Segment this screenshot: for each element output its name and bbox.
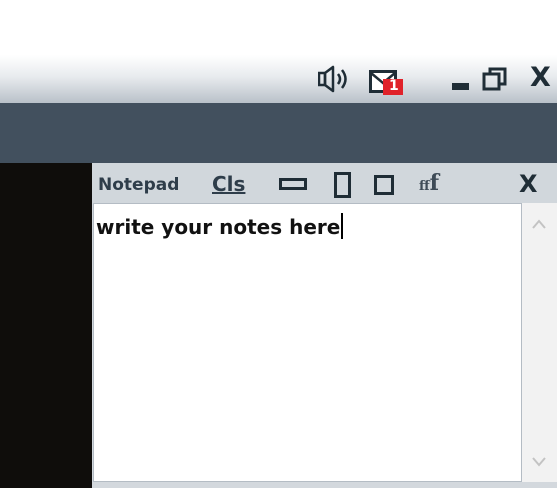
speaker-icon[interactable] bbox=[318, 64, 352, 94]
notepad-textarea[interactable] bbox=[93, 203, 522, 482]
font-large-icon: f bbox=[429, 170, 440, 196]
tall-layout-icon[interactable] bbox=[334, 172, 351, 198]
close-window-button[interactable]: X bbox=[530, 62, 551, 93]
square-layout-icon[interactable] bbox=[374, 175, 394, 195]
clear-button[interactable]: Cls bbox=[212, 172, 245, 196]
mail-icon[interactable]: 1 bbox=[369, 67, 405, 95]
minimize-button[interactable] bbox=[452, 83, 469, 90]
chevron-up-icon[interactable] bbox=[530, 218, 548, 230]
left-panel bbox=[0, 163, 92, 488]
notepad-content-text: write your notes here bbox=[96, 215, 341, 239]
mail-badge-count: 1 bbox=[389, 78, 399, 94]
notepad-close-button[interactable]: X bbox=[519, 170, 538, 198]
notepad-title: Notepad bbox=[98, 175, 180, 195]
chevron-down-icon[interactable] bbox=[530, 456, 548, 468]
restore-icon[interactable] bbox=[482, 66, 508, 92]
font-small-icon: f bbox=[419, 179, 430, 194]
notepad-content[interactable]: write your notes here bbox=[96, 213, 344, 239]
header-band bbox=[0, 103, 557, 163]
font-size-button[interactable]: fff bbox=[419, 170, 439, 196]
text-caret bbox=[341, 213, 344, 239]
notepad-scrollbar[interactable] bbox=[522, 203, 557, 482]
wide-layout-icon[interactable] bbox=[279, 178, 307, 190]
window-title-bar bbox=[0, 55, 557, 103]
